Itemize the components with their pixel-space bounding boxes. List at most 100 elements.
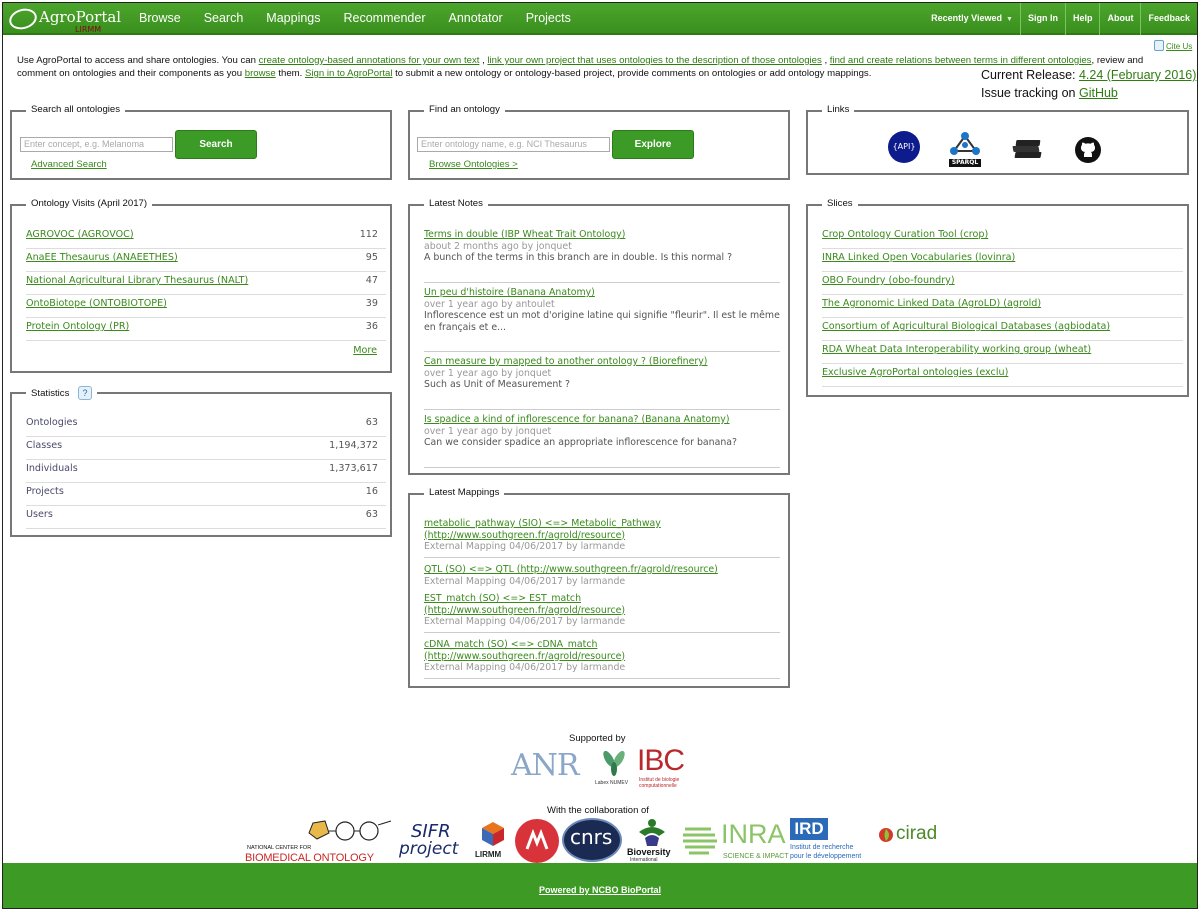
browse-link[interactable]: browse	[245, 68, 276, 79]
bioversity-logo[interactable]: Bioversity International	[625, 818, 679, 864]
chevron-down-icon: ▼	[1006, 16, 1013, 23]
agroportal-logo[interactable]: AgroPortal LIRMM	[6, 5, 121, 34]
annotator-link[interactable]: create ontology-based annotations for yo…	[259, 55, 480, 66]
stat-label: Users	[26, 509, 53, 520]
visit-ontology-link[interactable]: Protein Ontology (PR)	[26, 321, 129, 332]
ncbo-label-top: NATIONAL CENTER FOR	[247, 845, 312, 851]
search-panel-title: Search all ontologies	[26, 104, 126, 115]
cirad-logo[interactable]: cirad	[878, 823, 948, 861]
slice-link[interactable]: Crop Ontology Curation Tool (crop)	[822, 229, 988, 240]
bioversity-figure-icon	[639, 819, 665, 846]
nav-recommender[interactable]: Recommender	[344, 3, 426, 35]
slices-panel-title: Slices	[822, 198, 858, 209]
stat-label: Ontologies	[26, 417, 78, 428]
nav-mappings[interactable]: Mappings	[266, 3, 320, 35]
inra-logo[interactable]: INRA SCIENCE & IMPACT	[681, 819, 789, 865]
montpellier-university-logo[interactable]	[515, 819, 559, 863]
nav-help[interactable]: Help	[1064, 3, 1100, 35]
logo-subtext: LIRMM	[75, 25, 102, 34]
nav-feedback[interactable]: Feedback	[1140, 3, 1197, 35]
projects-link[interactable]: link your own project that uses ontologi…	[487, 55, 821, 66]
links-panel-title: Links	[822, 104, 855, 115]
recently-viewed-dropdown[interactable]: Recently Viewed ▼	[924, 3, 1020, 35]
visit-ontology-link[interactable]: National Agricultural Library Thesaurus …	[26, 275, 248, 286]
nav-search[interactable]: Search	[204, 3, 244, 35]
sign-in-link[interactable]: Sign in to AgroPortal	[305, 68, 392, 79]
slice-link[interactable]: Exclusive AgroPortal ontologies (exclu)	[822, 367, 1008, 378]
browse-ontologies-link[interactable]: Browse Ontologies >	[429, 159, 518, 170]
note-title-link[interactable]: Terms in double (IBP Wheat Trait Ontolog…	[424, 229, 625, 240]
visit-ontology-link[interactable]: OntoBiotope (ONTOBIOTOPE)	[26, 298, 167, 309]
nav-browse[interactable]: Browse	[139, 3, 181, 35]
nav-annotator[interactable]: Annotator	[448, 3, 502, 35]
release-label: Current Release:	[981, 68, 1079, 82]
mapping-item: cDNA_match (SO) <=> cDNA_match (http://ww…	[424, 639, 780, 679]
slice-link[interactable]: INRA Linked Open Vocabularies (lovinra)	[822, 252, 1015, 263]
nav-projects[interactable]: Projects	[526, 3, 571, 35]
advanced-search-link[interactable]: Advanced Search	[31, 159, 107, 170]
lirmm-cube-icon	[482, 822, 504, 846]
books-icon[interactable]	[1012, 138, 1043, 162]
more-visits-link[interactable]: More	[353, 345, 377, 356]
book-3	[1015, 140, 1041, 146]
statistics-panel: Statistics ? Ontologies 63 Classes 1,194,3…	[10, 386, 392, 537]
mapping-link-target[interactable]: (http://www.southgreen.fr/agrold/resourc…	[424, 651, 625, 662]
stat-label: Classes	[26, 440, 63, 451]
statistics-title-text: Statistics	[31, 388, 70, 399]
visit-ontology-link[interactable]: AnaEE Thesaurus (ANAEETHES)	[26, 252, 178, 263]
mapping-link-target[interactable]: (http://www.southgreen.fr/agrold/resourc…	[424, 605, 625, 616]
slice-link[interactable]: The Agronomic Linked Data (AgroLD) (agro…	[822, 298, 1041, 309]
nav-sign-in[interactable]: Sign In	[1019, 3, 1065, 35]
lirmm-logo[interactable]: LIRMM	[475, 821, 511, 863]
cite-us-link[interactable]: Cite Us	[1154, 40, 1192, 51]
ird-logo[interactable]: IRD Institut de recherche pour le dévelo…	[790, 818, 874, 864]
um-letter-icon	[525, 828, 549, 850]
note-item: Un peu d'histoire (Banana Anatomy) over 1…	[424, 287, 780, 352]
mapping-link[interactable]: EST_match (SO) <=> EST_match	[424, 593, 581, 604]
slice-link[interactable]: RDA Wheat Data Interoperability working …	[822, 344, 1091, 355]
note-title-link[interactable]: Can measure by mapped to another ontolog…	[424, 356, 707, 367]
cnrs-logo[interactable]: cnrs	[562, 818, 622, 862]
search-input[interactable]: Enter concept, e.g. Melanoma	[20, 137, 173, 152]
release-version-link[interactable]: 4.24 (February 2016)	[1079, 68, 1196, 82]
cite-us-label[interactable]: Cite Us	[1166, 42, 1192, 51]
help-icon[interactable]: ?	[78, 386, 93, 400]
api-icon[interactable]: {API}	[888, 131, 920, 163]
search-button[interactable]: Search	[175, 130, 257, 159]
visit-row: AnaEE Thesaurus (ANAEETHES) 95	[26, 249, 386, 272]
github-icon[interactable]	[1075, 137, 1101, 163]
numev-logo[interactable]: Labex NUMEV	[595, 747, 633, 791]
stat-value: 63	[365, 509, 378, 520]
mapping-link[interactable]: cDNA_match (SO) <=> cDNA_match	[424, 639, 597, 650]
note-title-link[interactable]: Is spadice a kind of inflorescence for b…	[424, 414, 730, 425]
ontology-search-input[interactable]: Enter ontology name, e.g. NCI Thesaurus	[417, 137, 610, 152]
note-body: Inflorescence est un mot d'origine latin…	[424, 310, 780, 333]
mapping-link-target[interactable]: (http://www.southgreen.fr/agrold/resourc…	[424, 530, 625, 541]
mapping-link[interactable]: metabolic_pathway (SIO) <=> Metabolic_Pa…	[424, 518, 661, 529]
slice-row: RDA Wheat Data Interoperability working …	[822, 341, 1183, 364]
nav-about[interactable]: About	[1099, 3, 1140, 35]
slices-panel: Slices Crop Ontology Curation Tool (crop…	[806, 198, 1189, 397]
find-ontology-panel: Find an ontology Enter ontology name, e.…	[408, 104, 790, 180]
powered-by-link[interactable]: Powered by NCBO BioPortal	[3, 885, 1197, 895]
mapping-link[interactable]: QTL (SO) <=> QTL (http://www.southgreen.…	[424, 564, 718, 575]
sifr-logo[interactable]: SIFR project	[399, 821, 471, 863]
ncbo-logo[interactable]: NATIONAL CENTER FOR BIOMEDICAL ONTOLOGY	[245, 819, 395, 864]
cirad-label: cirad	[896, 823, 938, 844]
mappings-panel-title: Latest Mappings	[424, 487, 505, 498]
anr-logo[interactable]: ANR	[511, 747, 591, 785]
stat-value: 16	[365, 486, 378, 497]
current-release: Current Release: 4.24 (February 2016)	[981, 66, 1196, 84]
ibc-logo[interactable]: IBC Institut de biologie computationnell…	[635, 745, 693, 793]
github-link[interactable]: GitHub	[1079, 86, 1118, 100]
sparql-icon[interactable]: SPARQL	[949, 131, 981, 167]
explore-button[interactable]: Explore	[612, 130, 694, 159]
visit-ontology-link[interactable]: AGROVOC (AGROVOC)	[26, 229, 134, 240]
mappings-link[interactable]: find and create relations between terms …	[830, 55, 1092, 66]
stat-row: Projects 16	[26, 483, 386, 506]
note-title-link[interactable]: Un peu d'histoire (Banana Anatomy)	[424, 287, 595, 298]
issue-tracking: Issue tracking on GitHub	[981, 84, 1196, 102]
slice-link[interactable]: OBO Foundry (obo-foundry)	[822, 275, 955, 286]
intro-text-5: them.	[275, 68, 305, 79]
slice-link[interactable]: Consortium of Agricultural Biological Da…	[822, 321, 1110, 332]
